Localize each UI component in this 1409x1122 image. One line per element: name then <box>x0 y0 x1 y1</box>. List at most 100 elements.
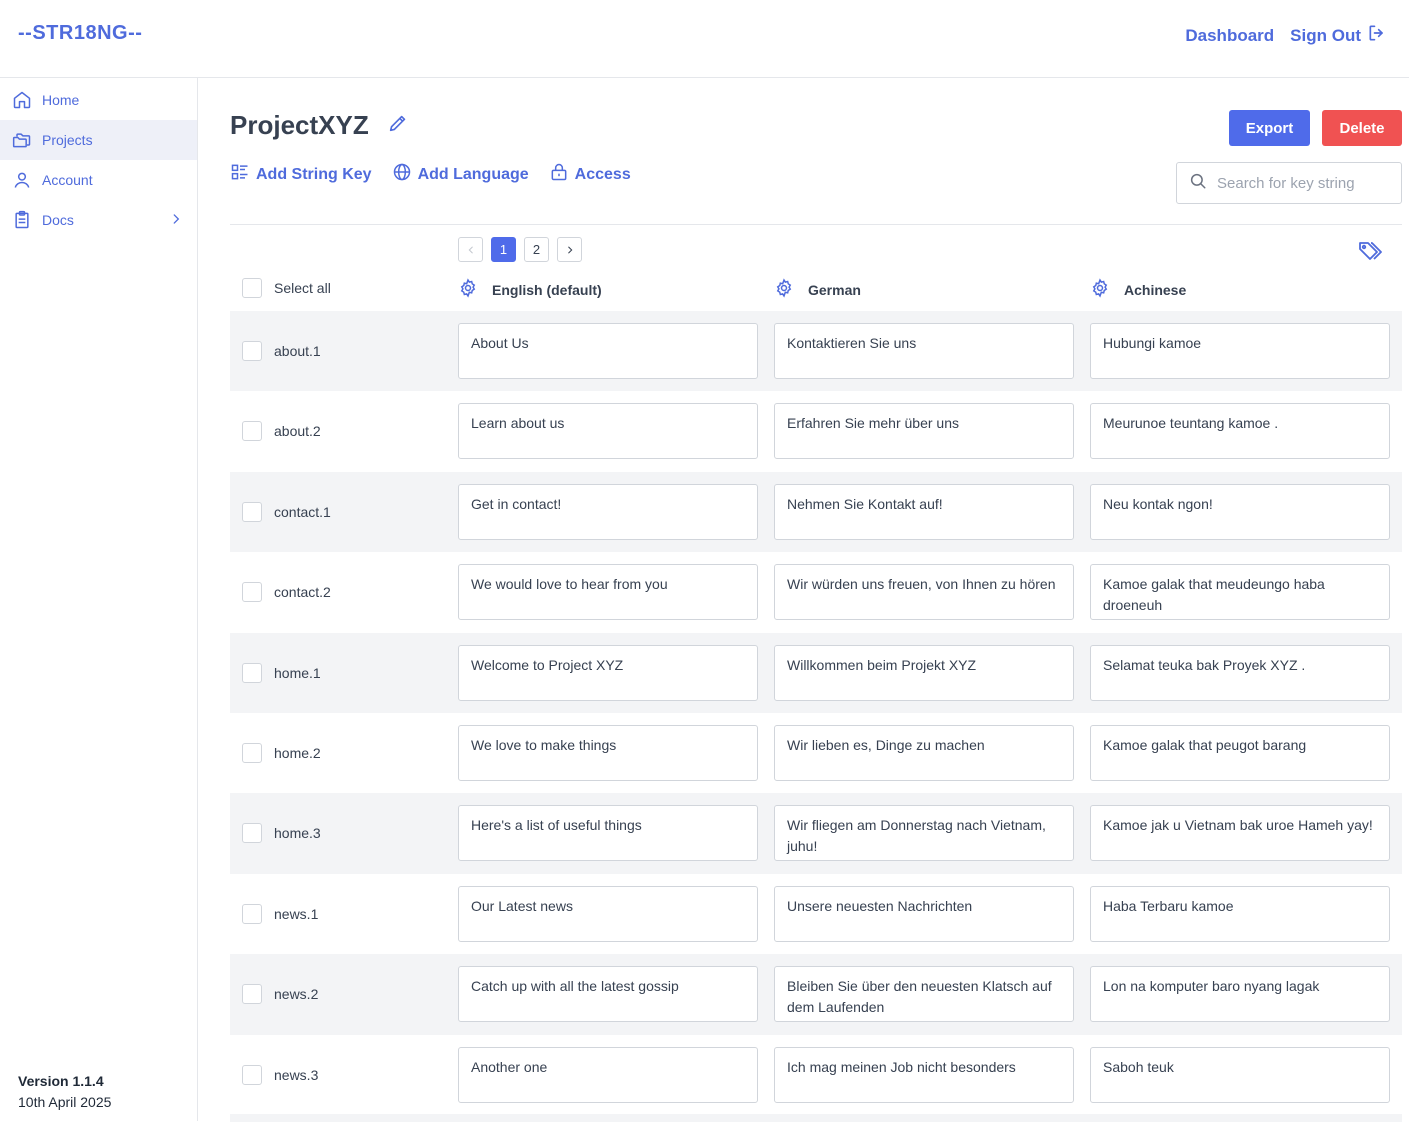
translation-field[interactable]: Catch up with all the latest gossip <box>458 966 758 1023</box>
table-row: about.1 About Us Kontaktieren Sie uns Hu… <box>230 311 1402 392</box>
row-checkbox[interactable] <box>242 1064 262 1085</box>
list-icon <box>230 162 250 187</box>
title-row: ProjectXYZ <box>230 110 409 141</box>
prev-page-button[interactable] <box>458 237 483 262</box>
translation-field[interactable]: Wir würden uns freuen, von Ihnen zu höre… <box>774 564 1074 621</box>
sidebar-item-home[interactable]: Home <box>0 80 197 120</box>
table-row: contact.1 Get in contact! Nehmen Sie Kon… <box>230 471 1402 553</box>
app-logo[interactable]: --STR18NG-- <box>18 22 142 45</box>
column-header-german: German <box>774 278 861 301</box>
folders-icon <box>12 130 32 150</box>
translation-field[interactable]: Selamat teuka bak Proyek XYZ . <box>1090 644 1390 701</box>
translation-field[interactable]: Unsere neuesten Nachrichten <box>774 885 1074 942</box>
top-nav: Dashboard Sign Out <box>1185 23 1387 48</box>
table-row: about.2 Learn about us Erfahren Sie mehr… <box>230 391 1402 471</box>
version-info: Version 1.1.4 10th April 2025 <box>18 1071 111 1113</box>
select-all: Select all <box>242 278 331 298</box>
language-name: Achinese <box>1124 281 1187 298</box>
version-date: 10th April 2025 <box>18 1094 112 1110</box>
page-button-1[interactable]: 1 <box>491 237 516 262</box>
row-checkbox[interactable] <box>242 662 262 683</box>
translation-field[interactable]: Kontaktieren Sie uns <box>774 323 1074 379</box>
search-input[interactable] <box>1217 174 1387 192</box>
access-button[interactable]: Access <box>549 162 631 187</box>
row-checkbox[interactable] <box>242 501 262 522</box>
row-checkbox[interactable] <box>242 421 262 442</box>
page-button-2[interactable]: 2 <box>524 237 549 262</box>
translation-field[interactable]: Our Latest news <box>458 885 758 942</box>
translation-field[interactable]: Learn about us <box>458 403 758 460</box>
gear-icon[interactable] <box>774 278 794 301</box>
column-header-english: English (default) <box>458 278 602 301</box>
translation-field[interactable]: Hubungi kamoe <box>1090 323 1390 379</box>
dashboard-link[interactable]: Dashboard <box>1185 26 1274 46</box>
translation-field[interactable]: About Us <box>458 323 758 379</box>
table-row: home.1 Welcome to Project XYZ Willkommen… <box>230 632 1402 713</box>
string-key: home.2 <box>274 744 321 761</box>
translation-field[interactable]: Meurunoe teuntang kamoe . <box>1090 403 1390 460</box>
translation-field[interactable]: Another one <box>458 1046 758 1103</box>
translation-field[interactable]: Here's a list of useful things <box>458 805 758 862</box>
next-page-button[interactable] <box>557 237 582 262</box>
translation-field[interactable]: Lon na komputer baro nyang lagak <box>1090 966 1390 1023</box>
add-language-label: Add Language <box>417 165 529 183</box>
delete-button[interactable]: Delete <box>1322 110 1402 146</box>
translation-field[interactable]: Kamoe galak that peugot barang <box>1090 724 1390 781</box>
row-checkbox[interactable] <box>242 742 262 763</box>
string-key: news.2 <box>274 986 319 1003</box>
table-row: news.3 Another one Ich mag meinen Job ni… <box>230 1035 1402 1115</box>
gear-icon[interactable] <box>458 278 478 301</box>
dashboard-link-label: Dashboard <box>1185 25 1275 45</box>
row-checkbox[interactable] <box>242 341 262 361</box>
gear-icon[interactable] <box>1090 278 1110 301</box>
translation-field[interactable]: Wir lieben es, Dinge zu machen <box>774 724 1074 781</box>
sign-out-link[interactable]: Sign Out <box>1290 23 1387 48</box>
translation-field[interactable]: Saboh teuk <box>1090 1046 1390 1103</box>
translation-field[interactable]: Kamoe jak u Vietnam bak uroe Hameh yay! <box>1090 805 1390 862</box>
clipboard-icon <box>12 210 32 230</box>
sidebar: Home Projects Account Docs Version 1.1.4… <box>0 78 198 1121</box>
row-checkbox[interactable] <box>242 582 262 603</box>
translation-field[interactable]: Kamoe galak that meudeungo haba droeneuh <box>1090 564 1390 621</box>
translation-field[interactable]: Nehmen Sie Kontakt auf! <box>774 483 1074 540</box>
table-row: news.2 Catch up with all the latest goss… <box>230 954 1402 1035</box>
search-box <box>1176 162 1402 204</box>
select-all-checkbox[interactable] <box>242 278 262 298</box>
string-key: about.2 <box>274 423 321 440</box>
string-key: news.1 <box>274 905 319 922</box>
translation-field[interactable]: Bleiben Sie über den neuesten Klatsch au… <box>774 966 1074 1023</box>
sidebar-item-projects[interactable]: Projects <box>0 120 197 160</box>
translation-field[interactable]: Ich mag meinen Job nicht besonders <box>774 1046 1074 1103</box>
export-button[interactable]: Export <box>1229 110 1310 146</box>
row-checkbox[interactable] <box>242 903 262 924</box>
translation-field[interactable]: Haba Terbaru kamoe <box>1090 885 1390 942</box>
sidebar-item-docs[interactable]: Docs <box>0 200 197 240</box>
chevron-right-icon <box>169 212 183 229</box>
translation-field[interactable]: Wir fliegen am Donnerstag nach Vietnam, … <box>774 805 1074 862</box>
row-checkbox[interactable] <box>242 823 262 844</box>
table-row: home.2 We love to make things Wir lieben… <box>230 713 1402 793</box>
translation-field[interactable]: Erfahren Sie mehr über uns <box>774 403 1074 460</box>
home-icon <box>12 90 32 110</box>
pagination: 1 2 <box>458 237 582 262</box>
user-icon <box>12 170 32 190</box>
globe-icon <box>392 162 412 187</box>
string-key: contact.1 <box>274 503 331 520</box>
add-string-key-button[interactable]: Add String Key <box>230 162 372 187</box>
tags-icon[interactable] <box>1358 240 1384 269</box>
column-header-achinese: Achinese <box>1090 278 1186 301</box>
top-bar: --STR18NG-- Dashboard Sign Out <box>0 0 1409 78</box>
add-language-button[interactable]: Add Language <box>392 162 529 187</box>
sidebar-item-account[interactable]: Account <box>0 160 197 200</box>
translation-field[interactable]: Get in contact! <box>458 483 758 540</box>
access-label: Access <box>574 165 631 183</box>
string-key: home.3 <box>274 825 321 842</box>
translation-field[interactable]: We love to make things <box>458 724 758 781</box>
row-checkbox[interactable] <box>242 984 262 1005</box>
translation-field[interactable]: We would love to hear from you <box>458 564 758 621</box>
translation-field[interactable]: Neu kontak ngon! <box>1090 483 1390 540</box>
translation-field[interactable]: Welcome to Project XYZ <box>458 644 758 701</box>
string-key: home.1 <box>274 664 321 681</box>
translation-field[interactable]: Willkommen beim Projekt XYZ <box>774 644 1074 701</box>
pencil-icon[interactable] <box>387 112 409 139</box>
